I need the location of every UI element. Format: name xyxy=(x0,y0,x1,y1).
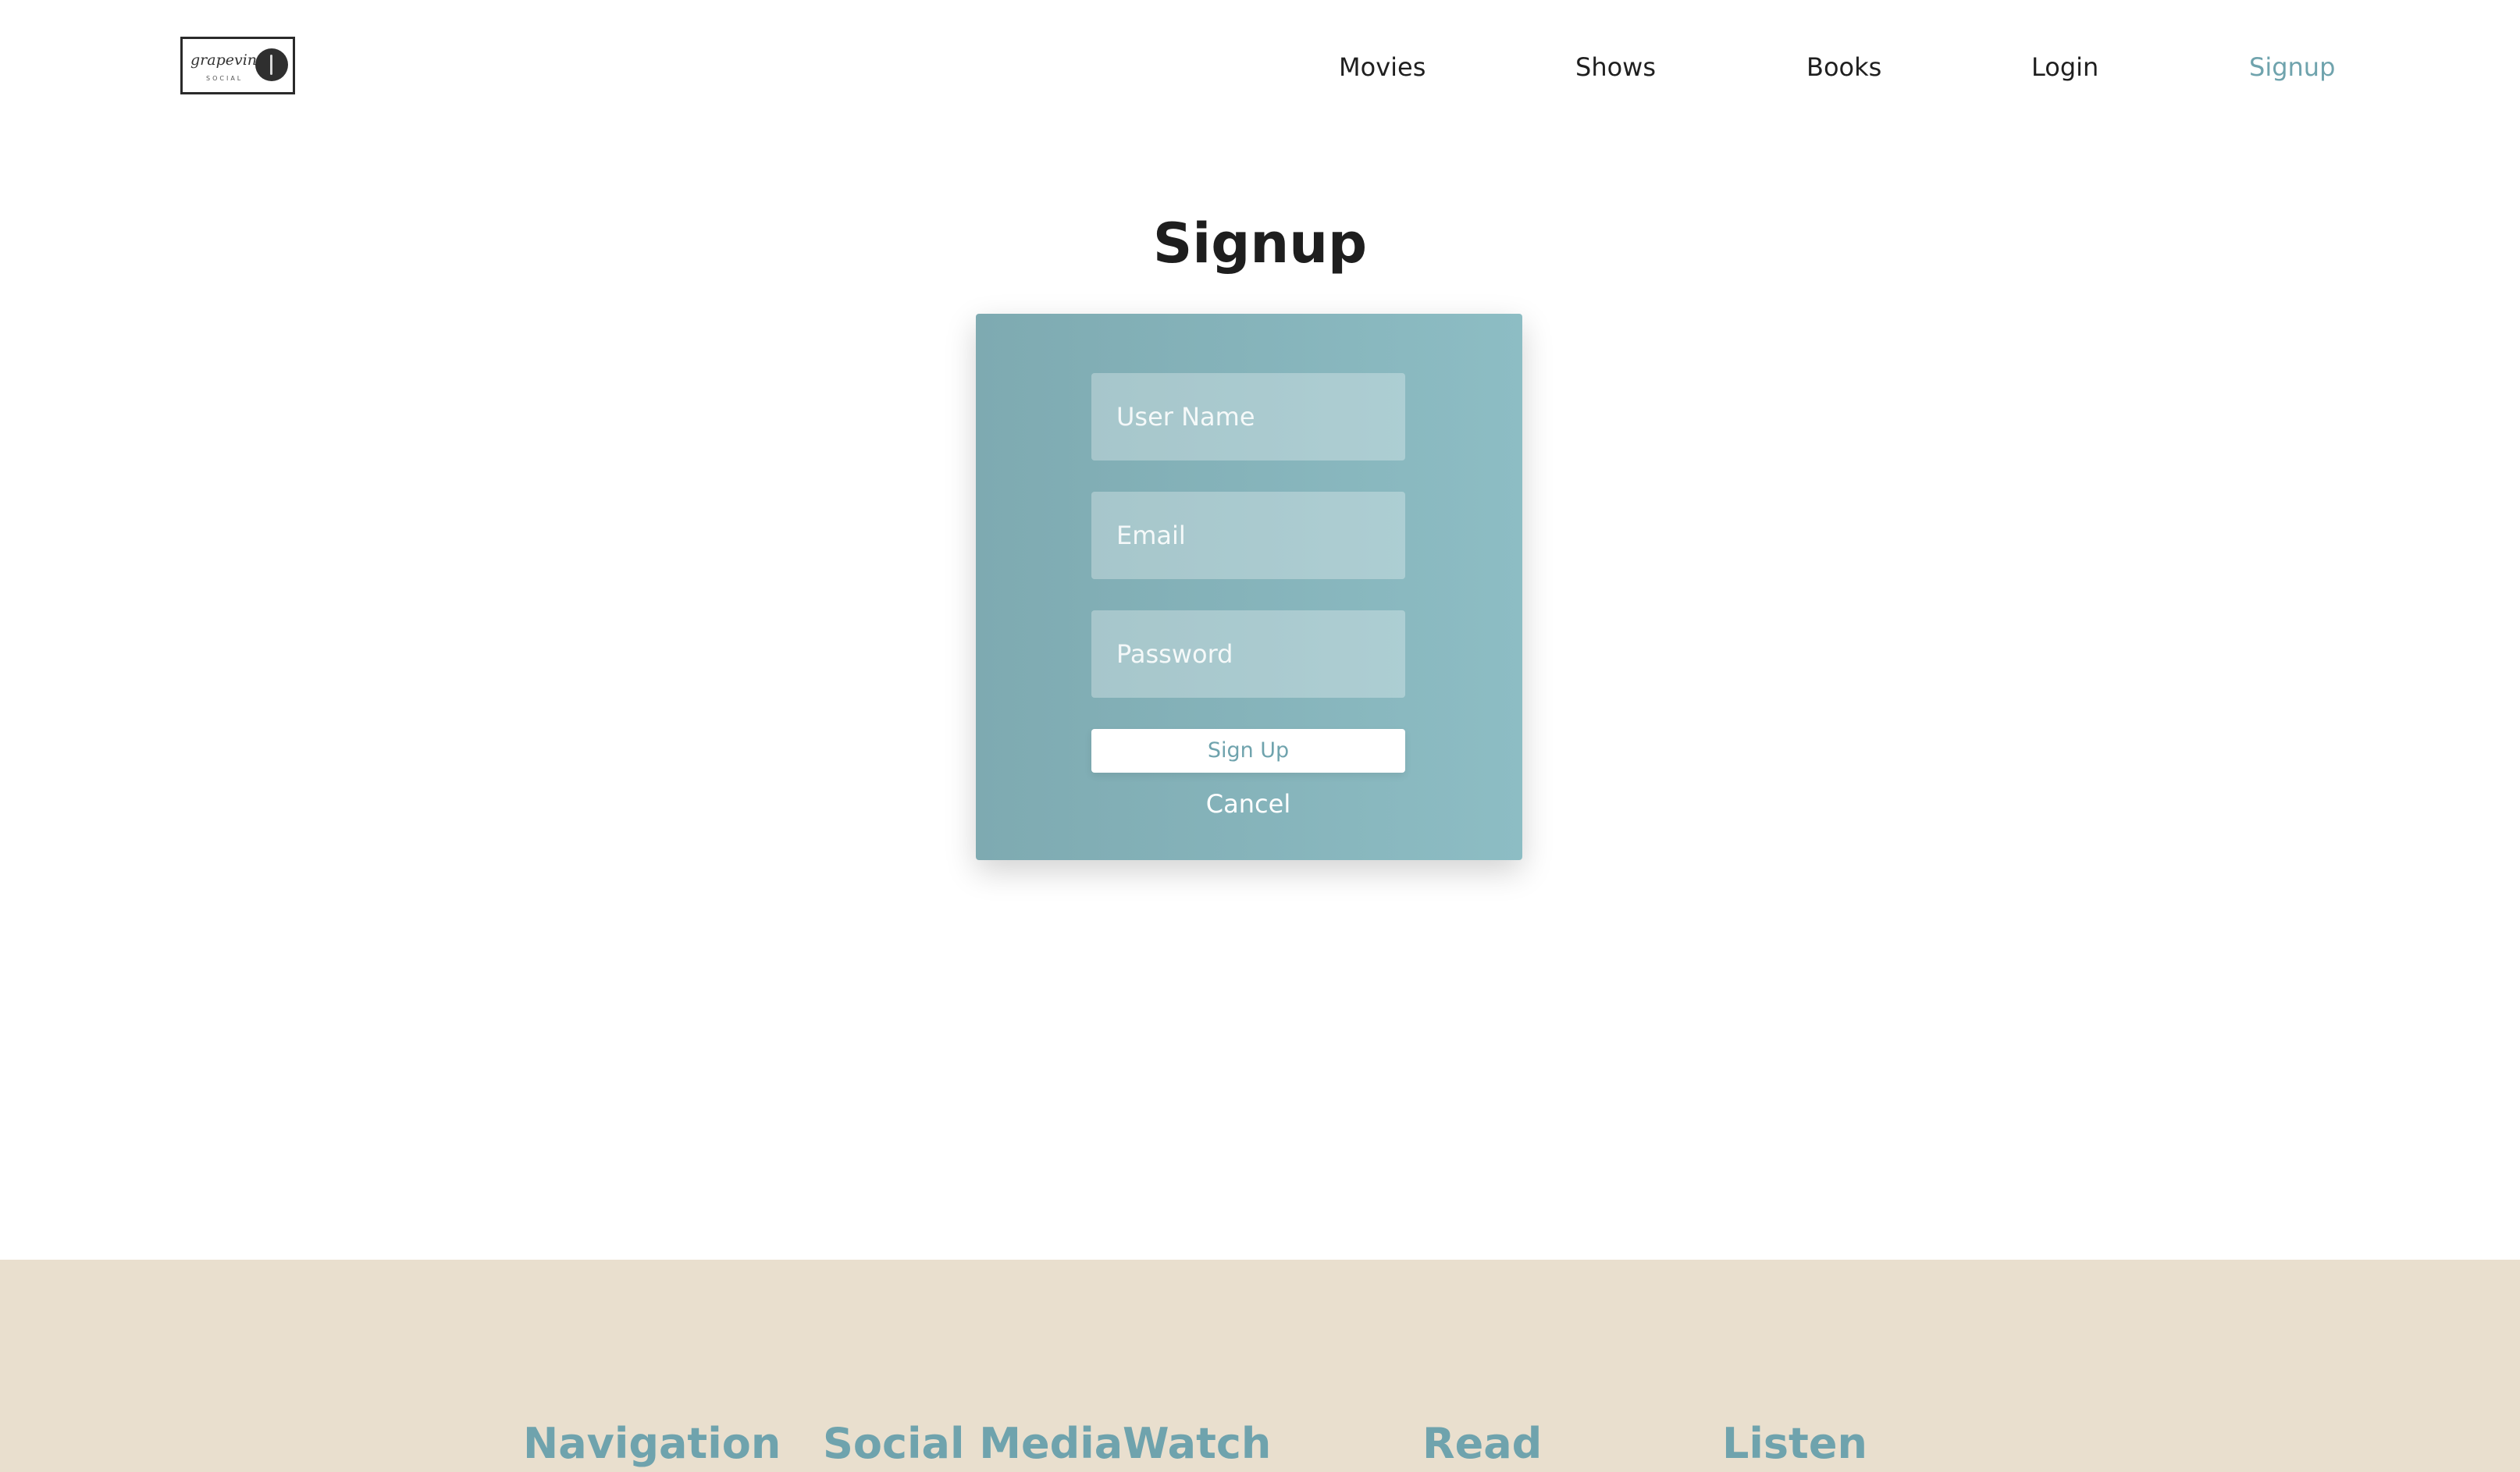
logo-subtitle: SOCIAL xyxy=(206,75,244,82)
nav-link-login[interactable]: Login xyxy=(2031,48,2098,86)
site-header: grapevine SOCIAL Movies Shows Books Logi… xyxy=(0,0,2520,134)
sign-up-button[interactable]: Sign Up xyxy=(1091,729,1405,773)
page-title: Signup xyxy=(1152,212,1368,276)
logo-wordmark: grapevine xyxy=(190,52,266,69)
email-field[interactable] xyxy=(1091,492,1405,579)
footer-heading-listen: Listen xyxy=(1722,1419,1867,1468)
footer-heading-read: Read xyxy=(1422,1419,1543,1468)
footer-heading-social-media: Social Media xyxy=(823,1419,1123,1468)
nav-link-books[interactable]: Books xyxy=(1806,48,1881,86)
grape-vine-icon xyxy=(255,48,288,81)
cancel-link[interactable]: Cancel xyxy=(1091,785,1405,823)
signup-form: Sign Up Cancel xyxy=(976,314,1522,860)
password-field[interactable] xyxy=(1091,610,1405,698)
site-footer: Navigation Social Media Watch Read Liste… xyxy=(0,1260,2520,1472)
nav-link-shows[interactable]: Shows xyxy=(1575,48,1656,86)
site-logo[interactable]: grapevine SOCIAL xyxy=(180,37,295,94)
nav-link-signup[interactable]: Signup xyxy=(2249,48,2335,86)
footer-heading-watch: Watch xyxy=(1123,1419,1272,1468)
username-field[interactable] xyxy=(1091,373,1405,460)
footer-heading-navigation: Navigation xyxy=(523,1419,781,1468)
nav-link-movies[interactable]: Movies xyxy=(1339,48,1426,86)
